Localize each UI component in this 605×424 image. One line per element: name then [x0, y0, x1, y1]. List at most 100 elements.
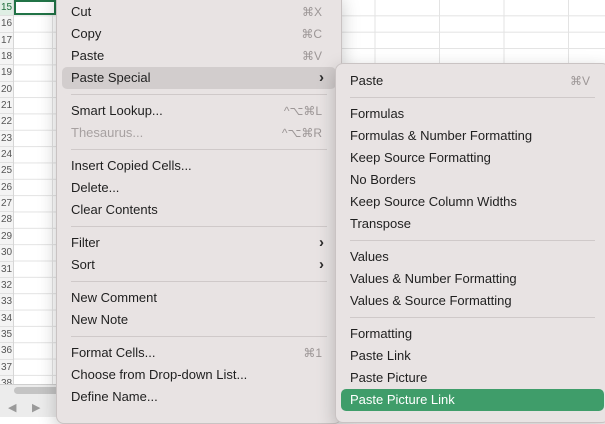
menu-item-label: Sort [71, 257, 95, 272]
paste-special-submenu: Paste ⌘V Formulas Formulas & Number Formatt… [335, 63, 605, 423]
row-header[interactable]: 36 [0, 343, 13, 360]
menu-item-label: New Comment [71, 290, 157, 305]
context-menu: Cut ⌘X Copy ⌘C Paste ⌘V Paste Special › Smart Lo… [56, 0, 342, 424]
menu-item-cut[interactable]: Cut ⌘X [62, 1, 336, 23]
paste-special-item-paste-picture[interactable]: Paste Picture [341, 367, 604, 389]
row-header[interactable]: 24 [0, 147, 13, 164]
menu-item-label: Formulas & Number Formatting [350, 128, 533, 143]
menu-item-label: Delete... [71, 180, 120, 195]
menu-item-delete[interactable]: Delete... [62, 177, 336, 199]
row-header[interactable]: 35 [0, 327, 13, 344]
menu-item-label: Cut [71, 4, 92, 19]
menu-separator [71, 281, 327, 282]
menu-item-label: Format Cells... [71, 345, 156, 360]
paste-special-item-formulas-and-number-formatting[interactable]: Formulas & Number Formatting [341, 125, 604, 147]
paste-special-item-paste[interactable]: Paste ⌘V [341, 70, 604, 92]
menu-item-label: Values [350, 249, 389, 264]
row-header[interactable]: 22 [0, 114, 13, 131]
menu-separator [350, 240, 595, 241]
scrollbar-thumb[interactable] [14, 387, 62, 394]
row-header[interactable]: 20 [0, 82, 13, 99]
menu-separator [350, 317, 595, 318]
menu-item-shortcut: ⌘C [301, 27, 322, 41]
active-cell[interactable] [14, 0, 56, 15]
paste-special-item-formatting[interactable]: Formatting [341, 323, 604, 345]
menu-item-filter[interactable]: Filter › [62, 232, 336, 254]
row-header[interactable]: 28 [0, 212, 13, 229]
row-header[interactable]: 21 [0, 98, 13, 115]
menu-separator [71, 94, 327, 95]
row-header[interactable]: 30 [0, 245, 13, 262]
row-headers: 15 16 17 18 19 20 21 22 23 24 25 26 27 28 29 30 31 32 33 34… [0, 0, 14, 384]
menu-item-label: No Borders [350, 172, 416, 187]
menu-item-label: Filter [71, 235, 100, 250]
menu-item-clear-contents[interactable]: Clear Contents [62, 199, 336, 221]
row-header[interactable]: 26 [0, 180, 13, 197]
menu-separator [71, 336, 327, 337]
menu-item-define-name[interactable]: Define Name... [62, 386, 336, 408]
paste-special-item-values-and-source-formatting[interactable]: Values & Source Formatting [341, 290, 604, 312]
menu-item-shortcut: ⌘V [301, 49, 322, 63]
menu-item-smart-lookup[interactable]: Smart Lookup... ^⌥⌘L [62, 100, 336, 122]
menu-item-format-cells[interactable]: Format Cells... ⌘1 [62, 342, 336, 364]
menu-item-label: Paste [350, 73, 384, 88]
paste-special-item-transpose[interactable]: Transpose [341, 213, 604, 235]
paste-special-item-paste-picture-link[interactable]: Paste Picture Link [341, 389, 604, 411]
chevron-right-icon: › [319, 234, 324, 251]
menu-item-copy[interactable]: Copy ⌘C [62, 23, 336, 45]
menu-separator [71, 149, 327, 150]
menu-item-shortcut: ⌘V [569, 74, 590, 88]
menu-item-new-note[interactable]: New Note [62, 309, 336, 331]
menu-item-label: Paste Link [350, 348, 411, 363]
row-header[interactable]: 37 [0, 360, 13, 376]
row-header[interactable]: 17 [0, 33, 13, 50]
row-header[interactable]: 19 [0, 65, 13, 82]
row-header[interactable]: 27 [0, 196, 13, 213]
row-header[interactable]: 15 [0, 0, 13, 17]
menu-item-shortcut: ⌘X [301, 5, 322, 19]
paste-special-item-values[interactable]: Values [341, 246, 604, 268]
menu-item-paste[interactable]: Paste ⌘V [62, 45, 336, 67]
row-header[interactable]: 34 [0, 311, 13, 327]
paste-special-item-no-borders[interactable]: No Borders [341, 169, 604, 191]
row-header[interactable]: 38 [0, 376, 13, 384]
row-header[interactable]: 31 [0, 262, 13, 278]
paste-special-item-keep-source-column-widths[interactable]: Keep Source Column Widths [341, 191, 604, 213]
row-header[interactable]: 25 [0, 163, 13, 180]
menu-item-label: Smart Lookup... [71, 103, 163, 118]
row-header[interactable]: 29 [0, 229, 13, 246]
menu-item-label: Formatting [350, 326, 413, 341]
row-header[interactable]: 33 [0, 294, 13, 311]
menu-item-thesaurus: Thesaurus... ^⌥⌘R [62, 122, 336, 144]
paste-special-item-formulas[interactable]: Formulas [341, 103, 604, 125]
menu-item-shortcut: ⌘1 [303, 346, 322, 360]
chevron-right-icon: › [319, 256, 324, 273]
paste-special-item-paste-link[interactable]: Paste Link [341, 345, 604, 367]
menu-separator [71, 226, 327, 227]
menu-item-new-comment[interactable]: New Comment [62, 287, 336, 309]
paste-special-item-keep-source-formatting[interactable]: Keep Source Formatting [341, 147, 604, 169]
menu-item-label: Paste [71, 48, 105, 63]
menu-item-label: New Note [71, 312, 129, 327]
menu-item-sort[interactable]: Sort › [62, 254, 336, 276]
menu-item-label: Paste Special [71, 70, 151, 85]
row-header[interactable]: 23 [0, 131, 13, 148]
paste-special-item-values-and-number-formatting[interactable]: Values & Number Formatting [341, 268, 604, 290]
chevron-right-icon: › [319, 69, 324, 86]
row-header[interactable]: 16 [0, 16, 13, 33]
menu-item-label: Thesaurus... [71, 125, 144, 140]
menu-item-label: Formulas [350, 106, 405, 121]
menu-item-label: Paste Picture Link [350, 392, 455, 407]
triangle-right-icon[interactable]: ▶ [32, 401, 40, 414]
menu-item-paste-special[interactable]: Paste Special › [62, 67, 336, 89]
triangle-left-icon[interactable]: ◀ [8, 401, 16, 414]
menu-item-label: Keep Source Formatting [350, 150, 491, 165]
menu-item-label: Paste Picture [350, 370, 428, 385]
row-header[interactable]: 18 [0, 49, 13, 66]
menu-item-shortcut: ^⌥⌘L [283, 104, 322, 118]
menu-item-label: Values & Number Formatting [350, 271, 517, 286]
menu-item-insert-copied-cells[interactable]: Insert Copied Cells... [62, 155, 336, 177]
row-header[interactable]: 32 [0, 278, 13, 295]
menu-item-choose-from-drop-down-list[interactable]: Choose from Drop-down List... [62, 364, 336, 386]
menu-item-label: Choose from Drop-down List... [71, 367, 248, 382]
